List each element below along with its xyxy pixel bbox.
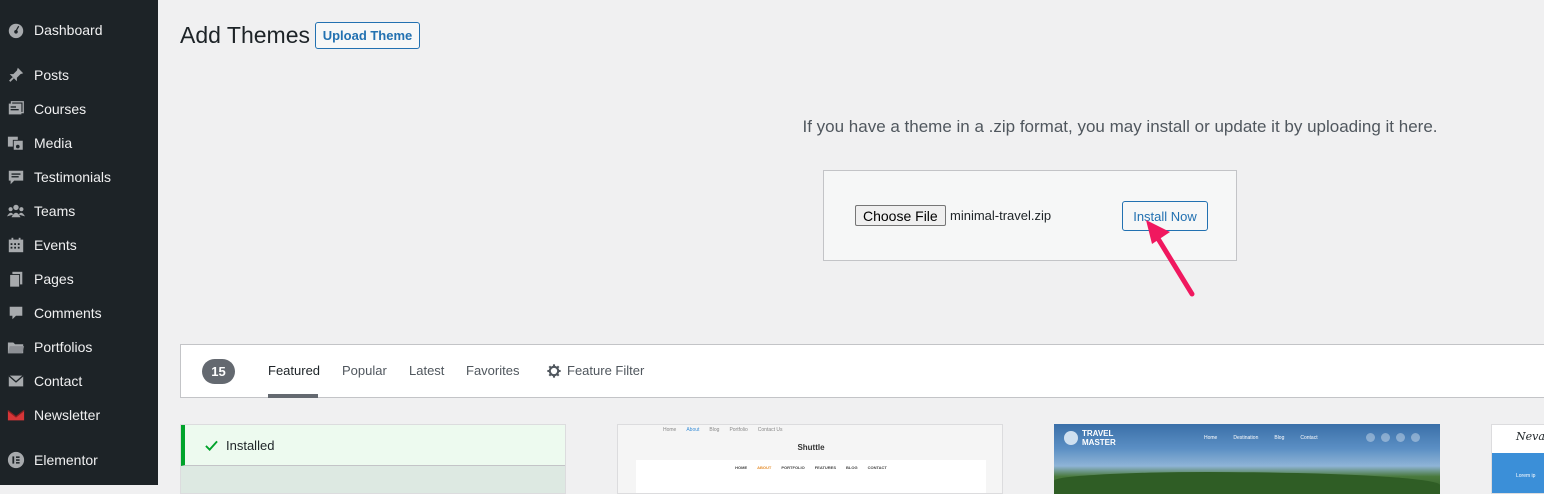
checkmark-icon — [205, 440, 218, 451]
calendar-icon — [6, 235, 26, 255]
page-title: Add Themes — [180, 22, 310, 48]
sidebar-item-label: Testimonials — [34, 169, 112, 185]
feature-filter-button[interactable]: Feature Filter — [547, 363, 644, 378]
preview-social-icons — [1366, 433, 1426, 442]
mail-icon — [6, 405, 26, 425]
preview-nav: Home About Blog Portfolio Contact Us — [663, 427, 793, 433]
upload-theme-button[interactable]: Upload Theme — [315, 22, 420, 49]
preview-menu-item: CONTACT — [867, 465, 887, 470]
pointer-arrow-icon — [1146, 220, 1195, 297]
preview-nav-item: Blog — [709, 427, 720, 433]
upload-help-text: If you have a theme in a .zip format, yo… — [180, 117, 1544, 137]
sidebar-item-label: Events — [34, 237, 77, 253]
sidebar-item-label: Media — [34, 135, 73, 151]
sidebar-item-label: Courses — [34, 101, 87, 117]
theme-filter-bar: 15 Featured Popular Latest Favorites Fea… — [180, 344, 1544, 398]
theme-card-installed[interactable]: Installed — [180, 424, 566, 494]
preview-nav-item: Contact — [1300, 435, 1318, 441]
sidebar-item-portfolios[interactable]: Portfolios — [0, 332, 158, 362]
comment-icon — [6, 303, 26, 323]
preview-nav-item: Home — [663, 427, 677, 433]
preview-nav-item: Blog — [1274, 435, 1285, 441]
pin-icon — [6, 65, 26, 85]
preview-menu-item: FEATURES — [814, 465, 836, 470]
sidebar-item-label: Dashboard — [34, 22, 103, 38]
sidebar-item-label: Contact — [34, 373, 83, 389]
sidebar-item-comments[interactable]: Comments — [0, 298, 158, 328]
sidebar-item-label: Portfolios — [34, 339, 93, 355]
preview-nav: Home Destination Blog Contact — [1204, 435, 1334, 441]
theme-card-travel-master[interactable]: TRAVEL MASTER Home Destination Blog Contact — [1054, 424, 1440, 494]
preview-logo: TRAVEL MASTER — [1064, 429, 1116, 447]
testimonial-icon — [6, 167, 26, 187]
preview-script-title: Nevad — [1516, 430, 1544, 443]
tab-popular[interactable]: Popular — [342, 363, 387, 378]
preview-menu-item: HOME — [735, 465, 748, 470]
feature-filter-label: Feature Filter — [567, 363, 645, 378]
admin-sidebar: Dashboard Posts Courses Media Testimonia… — [0, 0, 158, 485]
tab-latest[interactable]: Latest — [409, 363, 444, 378]
preview-hero-text: Lorem ip — [1516, 473, 1536, 479]
preview-nav-item: About — [686, 427, 700, 433]
sidebar-item-label: Pages — [34, 271, 74, 287]
theme-card-shuttle[interactable]: Home About Blog Portfolio Contact Us Shuttle… — [617, 424, 1003, 494]
sidebar-item-courses[interactable]: Courses — [0, 94, 158, 124]
active-tab-indicator — [268, 394, 318, 398]
elementor-icon — [6, 450, 26, 470]
sidebar-item-events[interactable]: Events — [0, 230, 158, 260]
sidebar-item-pages[interactable]: Pages — [0, 264, 158, 294]
theme-screenshot — [181, 466, 565, 493]
selected-file-name: minimal-travel.zip — [950, 208, 1052, 223]
teams-icon — [6, 201, 26, 221]
sidebar-item-contact[interactable]: Contact — [0, 366, 158, 396]
sidebar-item-elementor[interactable]: Elementor — [0, 445, 158, 475]
sidebar-item-label: Posts — [34, 67, 70, 83]
envelope-icon — [6, 371, 26, 391]
sidebar-item-dashboard[interactable]: Dashboard — [0, 15, 158, 45]
folder-icon — [6, 337, 26, 357]
sidebar-item-label: Elementor — [34, 452, 98, 468]
sidebar-item-testimonials[interactable]: Testimonials — [0, 162, 158, 192]
preview-nav-item: Home — [1204, 435, 1218, 441]
preview-hills — [1054, 472, 1440, 494]
theme-card-nevada[interactable]: Nevad Lorem ip — [1491, 424, 1544, 494]
preview-logo-line2: MASTER — [1082, 438, 1116, 447]
tab-featured[interactable]: Featured — [268, 363, 320, 378]
theme-count-badge: 15 — [202, 359, 235, 384]
preview-nav-item: Contact Us — [757, 427, 783, 433]
preview-menu: HOME ABOUT PORTFOLIO FEATURES BLOG CONTACT — [618, 465, 1002, 470]
media-icon — [6, 133, 26, 153]
dashboard-icon — [6, 20, 26, 40]
preview-nav-item: Destination — [1233, 435, 1259, 441]
sidebar-item-media[interactable]: Media — [0, 128, 158, 158]
installed-notice: Installed — [181, 425, 565, 466]
tab-favorites[interactable]: Favorites — [466, 363, 519, 378]
installed-label: Installed — [226, 437, 275, 453]
sidebar-item-label: Teams — [34, 203, 76, 219]
choose-file-button[interactable]: Choose File — [855, 205, 946, 226]
sidebar-item-teams[interactable]: Teams — [0, 196, 158, 226]
sidebar-item-label: Newsletter — [34, 407, 101, 423]
sidebar-item-label: Comments — [34, 305, 102, 321]
pages-icon — [6, 269, 26, 289]
preview-menu-item: PORTFOLIO — [781, 465, 805, 470]
globe-icon — [1064, 431, 1078, 445]
sidebar-item-newsletter[interactable]: Newsletter — [0, 400, 158, 430]
gear-icon — [547, 363, 561, 378]
preview-menu-item: ABOUT — [757, 465, 772, 470]
courses-icon — [6, 99, 26, 119]
preview-nav-item: Portfolio — [729, 427, 748, 433]
preview-logo-line1: TRAVEL — [1082, 429, 1114, 438]
sidebar-item-posts[interactable]: Posts — [0, 60, 158, 90]
upload-help-label: If you have a theme in a .zip format, yo… — [802, 117, 1438, 136]
preview-title: Shuttle — [797, 443, 825, 452]
preview-menu-item: BLOG — [846, 465, 858, 470]
